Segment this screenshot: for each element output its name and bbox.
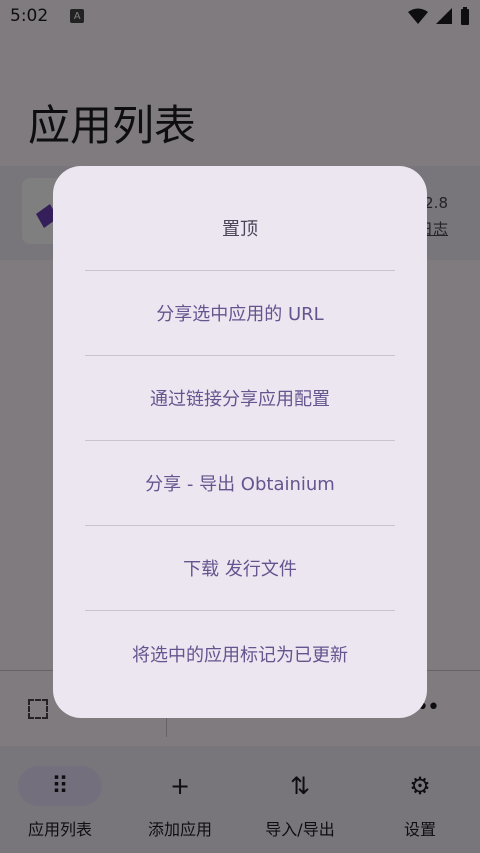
menu-item-share-config-link[interactable]: 通过链接分享应用配置 [85, 356, 395, 441]
menu-item-share-url[interactable]: 分享选中应用的 URL [85, 271, 395, 356]
menu-item-download-release[interactable]: 下载 发行文件 [85, 526, 395, 611]
app-actions-dialog: 置顶 分享选中应用的 URL 通过链接分享应用配置 分享 - 导出 Obtain… [53, 166, 427, 718]
menu-item-mark-updated[interactable]: 将选中的应用标记为已更新 [85, 611, 395, 696]
menu-item-share-export[interactable]: 分享 - 导出 Obtainium [85, 441, 395, 526]
menu-item-pin-to-top[interactable]: 置顶 [85, 186, 395, 271]
